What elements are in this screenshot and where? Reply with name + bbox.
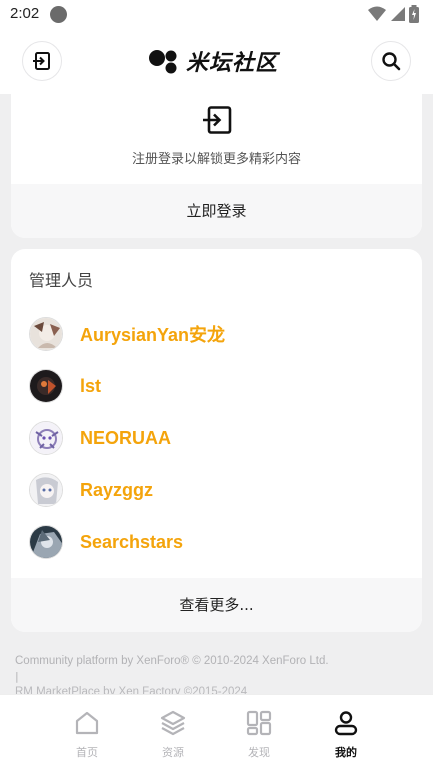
login-large-icon [203, 106, 232, 134]
staff-member[interactable]: AurysianYan安龙 [29, 314, 409, 354]
notification-dot-icon [50, 6, 67, 23]
nav-label: 我的 [335, 746, 357, 759]
login-card: 注册登录以解锁更多精彩内容 立即登录 [11, 84, 422, 238]
staff-member[interactable]: Rayzggz [29, 470, 409, 510]
footer-separator: | [15, 670, 19, 683]
status-bar: 2:02 [0, 0, 433, 30]
staff-name[interactable]: NEORUAA [80, 428, 171, 449]
nav-mine[interactable]: 我的 [301, 695, 391, 770]
status-icons [368, 5, 419, 23]
avatar[interactable] [29, 525, 63, 559]
staff-member[interactable]: lst [29, 366, 409, 406]
view-more-button[interactable]: 查看更多... [11, 578, 422, 632]
nav-label: 发现 [248, 746, 270, 759]
battery-icon [409, 5, 419, 23]
search-icon [382, 52, 401, 71]
avatar[interactable] [29, 317, 63, 351]
nav-label: 首页 [76, 746, 98, 759]
nav-discover[interactable]: 发现 [214, 695, 304, 770]
nav-home[interactable]: 首页 [42, 695, 132, 770]
login-tip: 注册登录以解锁更多精彩内容 [131, 152, 301, 167]
app-logo: 米坛社区 [148, 46, 278, 76]
wifi-icon [368, 6, 386, 21]
avatar[interactable] [29, 473, 63, 507]
layers-icon [160, 710, 186, 736]
logo-mark-icon [149, 50, 177, 74]
login-button[interactable] [22, 41, 62, 81]
bottom-nav: 首页 资源 发现 我的 [0, 694, 433, 770]
staff-name[interactable]: AurysianYan安龙 [80, 321, 225, 347]
search-button[interactable] [371, 41, 411, 81]
grid-icon [246, 710, 272, 736]
avatar[interactable] [29, 421, 63, 455]
staff-member[interactable]: Searchstars [29, 522, 409, 562]
footer-copyright: Community platform by XenForo® © 2010-20… [15, 655, 329, 667]
staff-title: 管理人员 [29, 271, 94, 290]
staff-name[interactable]: Rayzggz [80, 480, 153, 501]
staff-name[interactable]: lst [80, 376, 101, 397]
staff-member[interactable]: NEORUAA [29, 418, 409, 458]
nav-resources[interactable]: 资源 [128, 695, 218, 770]
user-icon [334, 711, 358, 736]
nav-label: 资源 [162, 746, 184, 759]
avatar[interactable] [29, 369, 63, 403]
status-time: 2:02 [10, 5, 40, 22]
staff-card: 管理人员 AurysianYan安龙 lst NEORUAA Rayzggz S… [11, 249, 422, 632]
signal-icon [391, 7, 405, 21]
staff-name[interactable]: Searchstars [80, 532, 183, 553]
login-icon [33, 52, 50, 70]
login-now-button[interactable]: 立即登录 [11, 184, 422, 238]
logo-text: 米坛社区 [186, 51, 279, 76]
home-icon [75, 711, 99, 735]
